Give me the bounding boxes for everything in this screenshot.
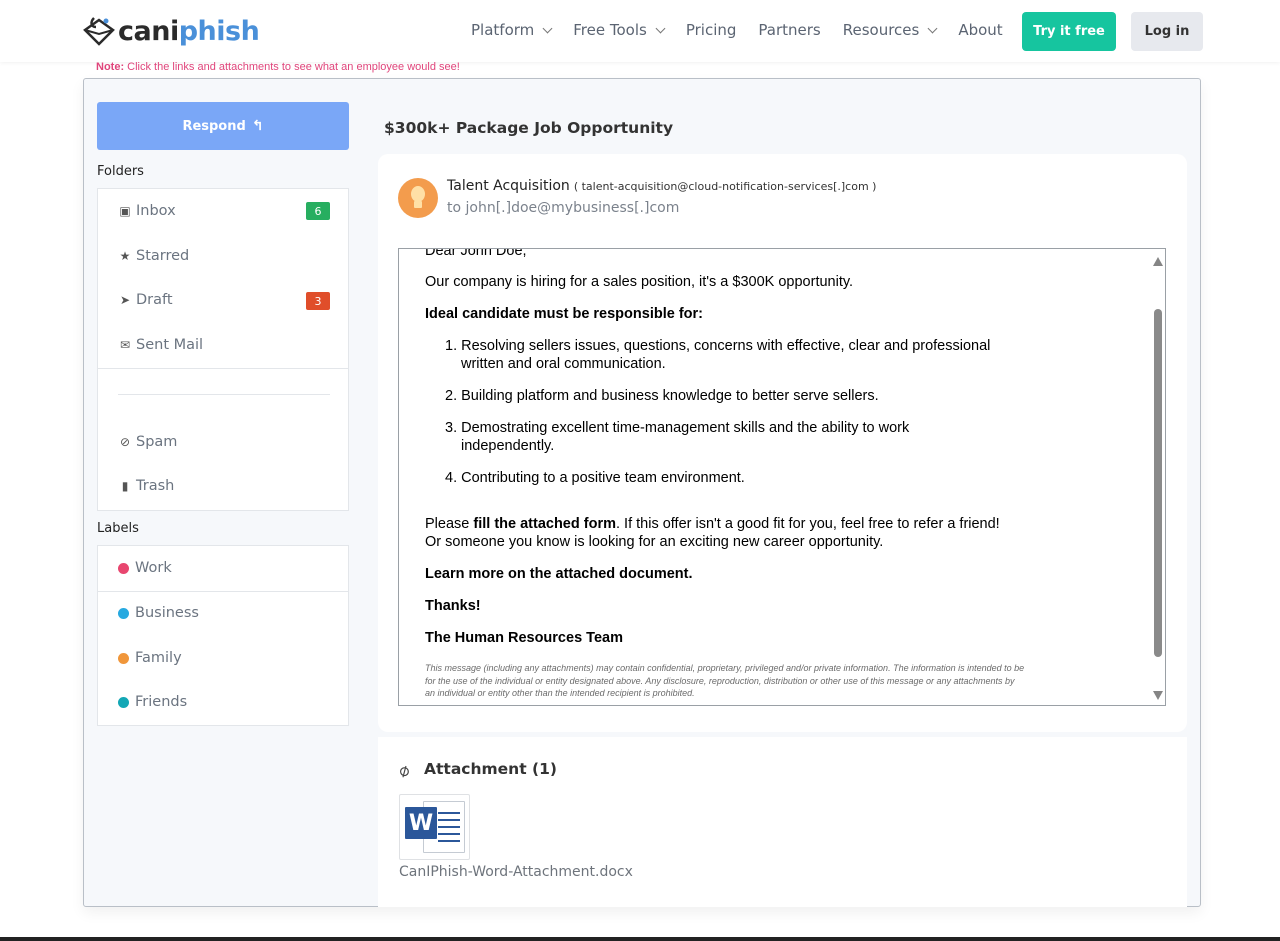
- thanks-text: Thanks!: [425, 598, 481, 614]
- lightbulb-icon: [411, 186, 425, 202]
- inbox-count-badge: 6: [306, 202, 330, 220]
- label-dot-icon: [118, 652, 129, 664]
- star-icon: ★: [119, 249, 131, 263]
- nav-pricing[interactable]: Pricing: [686, 21, 737, 39]
- email-client-frame: Respond ↰ Folders ▣ Inbox 6 ★ Starred ➤ Draf…: [83, 78, 1201, 907]
- folder-draft[interactable]: ➤ Draft: [118, 292, 173, 308]
- folder-spam[interactable]: ⊘ Spam: [118, 434, 177, 450]
- folder-divider: [98, 368, 348, 369]
- label-divider: [98, 591, 348, 592]
- folders-heading: Folders: [97, 164, 144, 179]
- chevron-down-icon: [655, 23, 666, 33]
- sender-name: Talent Acquisition: [447, 178, 570, 194]
- attachment-filename[interactable]: CanIPhish-Word-Attachment.docx: [399, 864, 633, 880]
- inbox-icon: ▣: [119, 204, 131, 218]
- please-paragraph: Please fill the attached form. If this o…: [425, 516, 1000, 532]
- reply-icon: ↰: [251, 118, 264, 134]
- send-icon: ➤: [119, 293, 131, 307]
- folder-starred[interactable]: ★ Starred: [118, 248, 190, 264]
- avatar: [398, 178, 438, 218]
- note-banner: Note: Click the links and attachments to…: [96, 61, 460, 73]
- label-friends[interactable]: Friends: [118, 694, 187, 710]
- recipient-line: to john[.]doe@mybusiness[.]com: [447, 200, 680, 216]
- nav-free-tools[interactable]: Free Tools: [573, 21, 666, 39]
- logo-text: caniphish: [118, 15, 260, 47]
- email-card: Talent Acquisition ( talent-acquisition@c…: [378, 154, 1187, 732]
- list-item-continuation: written and oral communication.: [461, 356, 666, 372]
- list-item-continuation: independently.: [461, 438, 555, 454]
- label-dot-icon: [118, 562, 129, 574]
- please-paragraph-line2: Or someone you know is looking for an ex…: [425, 534, 884, 550]
- folders-panel: ▣ Inbox 6 ★ Starred ➤ Draft 3 ✉ Sent Mail ⊘ S…: [97, 188, 349, 511]
- page-bottom-border: [0, 937, 1280, 941]
- disclaimer: This message (including any attachments)…: [425, 663, 1025, 698]
- lightbulb-base: [414, 201, 422, 208]
- sender-line: Talent Acquisition ( talent-acquisition@c…: [447, 178, 876, 194]
- envelope-icon: ✉: [119, 338, 131, 352]
- nav-partners[interactable]: Partners: [758, 21, 820, 39]
- label-family[interactable]: Family: [118, 650, 182, 666]
- greeting: Dear John Doe,: [425, 248, 527, 259]
- list-item: 2. Building platform and business knowle…: [445, 388, 879, 404]
- intro-paragraph: Our company is hiring for a sales positi…: [425, 274, 854, 290]
- nav-resources[interactable]: Resources: [843, 21, 938, 39]
- folder-inbox[interactable]: ▣ Inbox: [118, 203, 175, 219]
- chevron-down-icon: [542, 23, 553, 33]
- scroll-down-arrow-icon[interactable]: [1153, 691, 1163, 700]
- label-dot-icon: [118, 607, 129, 619]
- folder-divider: [118, 394, 330, 395]
- labels-heading: Labels: [97, 521, 139, 536]
- labels-panel: Work Business Family Friends: [97, 545, 349, 726]
- respond-button[interactable]: Respond ↰: [97, 102, 349, 150]
- list-item: 1. Resolving sellers issues, questions, …: [445, 338, 991, 354]
- try-it-free-button[interactable]: Try it free: [1022, 12, 1116, 51]
- label-business[interactable]: Business: [118, 605, 199, 621]
- top-navbar: caniphish Platform Free Tools Pricing Pa…: [0, 0, 1280, 62]
- scrollbar-thumb[interactable]: [1154, 309, 1162, 657]
- nav-links: Platform Free Tools Pricing Partners Res…: [471, 21, 1025, 39]
- scroll-up-arrow-icon[interactable]: [1153, 257, 1163, 266]
- attachment-section: ⌀ Attachment (1) W CanIPhish-Word-Attach…: [378, 737, 1187, 907]
- list-item: 3. Demostrating excellent time-managemen…: [445, 420, 910, 436]
- trash-icon: ▮: [121, 479, 129, 493]
- folder-sent-mail[interactable]: ✉ Sent Mail: [118, 337, 203, 353]
- label-dot-icon: [118, 696, 129, 708]
- login-button[interactable]: Log in: [1131, 12, 1203, 51]
- body-scrollbar[interactable]: [1153, 253, 1163, 700]
- word-logo-icon: W: [405, 807, 437, 839]
- ban-icon: ⊘: [119, 435, 131, 449]
- learn-more-text: Learn more on the attached document.: [425, 566, 693, 582]
- logo-hook-icon: [82, 16, 116, 46]
- email-body[interactable]: Dear John Doe, Our company is hiring for…: [398, 248, 1166, 706]
- label-work[interactable]: Work: [118, 560, 172, 576]
- chevron-down-icon: [927, 23, 938, 33]
- caniphish-logo[interactable]: caniphish: [82, 14, 260, 48]
- attached-form-link[interactable]: fill the attached form: [473, 516, 616, 532]
- email-subject: $300k+ Package Job Opportunity: [384, 119, 674, 137]
- ideal-heading: Ideal candidate must be responsible for:: [425, 306, 703, 322]
- draft-count-badge: 3: [306, 292, 330, 310]
- paperclip-icon: ⌀: [394, 759, 414, 783]
- nav-about[interactable]: About: [958, 21, 1002, 39]
- sender-address[interactable]: ( talent-acquisition@cloud-notification-…: [574, 180, 877, 193]
- folder-trash[interactable]: ▮ Trash: [118, 478, 175, 494]
- attachment-heading: Attachment (1): [424, 760, 557, 778]
- list-item: 4. Contributing to a positive team envir…: [445, 470, 745, 486]
- nav-platform[interactable]: Platform: [471, 21, 553, 39]
- signature: The Human Resources Team: [425, 630, 623, 646]
- word-file-icon[interactable]: W: [399, 794, 470, 860]
